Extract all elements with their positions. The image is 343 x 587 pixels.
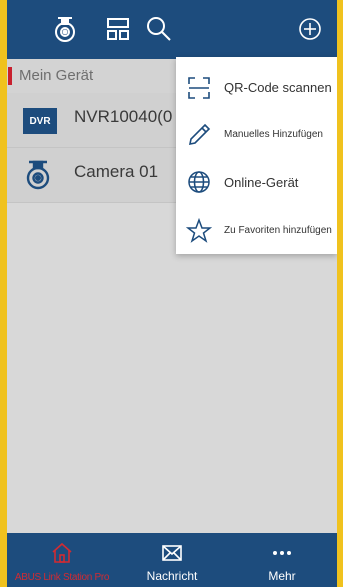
add-device-menu: QR-Code scannen Manuelles Hinzufügen Onl…: [176, 57, 337, 254]
qr-scan-icon: [188, 77, 210, 99]
top-bar: [7, 0, 337, 59]
device-name: NVR10040(0: [74, 107, 173, 126]
star-icon: [186, 218, 212, 243]
menu-item-qr-scan[interactable]: QR-Code scannen: [176, 64, 337, 110]
nav-message[interactable]: Nachricht: [117, 533, 227, 587]
app-screen: Mein Gerät DVR NVR10040(0 Camera 01 QR-C…: [7, 0, 337, 587]
search-icon[interactable]: [143, 13, 175, 45]
message-icon: [162, 545, 182, 561]
menu-item-label: QR-Code scannen: [224, 80, 332, 95]
nav-home[interactable]: ABUS Link Station Pro: [7, 533, 117, 587]
dvr-badge: DVR: [23, 108, 57, 134]
menu-item-label: Zu Favoriten hinzufügen: [224, 225, 332, 236]
nav-label: Mehr: [268, 569, 296, 583]
add-icon[interactable]: [294, 13, 326, 45]
section-label: Mein Gerät: [19, 67, 94, 84]
menu-item-add-favorites[interactable]: Zu Favoriten hinzufügen: [176, 207, 337, 253]
menu-item-label: Manuelles Hinzufügen: [224, 129, 323, 140]
nav-label: Nachricht: [146, 569, 198, 583]
bottom-nav: ABUS Link Station Pro Nachricht Mehr: [7, 533, 337, 587]
camera-icon[interactable]: [49, 13, 81, 45]
section-accent-bar: [8, 67, 12, 85]
home-icon: [52, 542, 72, 563]
menu-item-label: Online-Gerät: [224, 175, 299, 190]
camera-icon: [26, 160, 50, 190]
layout-icon[interactable]: [102, 13, 134, 45]
nav-more[interactable]: Mehr: [227, 533, 337, 587]
device-name: Camera 01: [74, 162, 159, 181]
menu-item-online-device[interactable]: Online-Gerät: [176, 158, 337, 204]
pencil-icon: [188, 123, 211, 146]
more-icon: [273, 551, 291, 555]
globe-icon: [188, 171, 210, 193]
nav-label: ABUS Link Station Pro: [14, 572, 110, 583]
menu-item-manual-add[interactable]: Manuelles Hinzufügen: [176, 111, 337, 157]
